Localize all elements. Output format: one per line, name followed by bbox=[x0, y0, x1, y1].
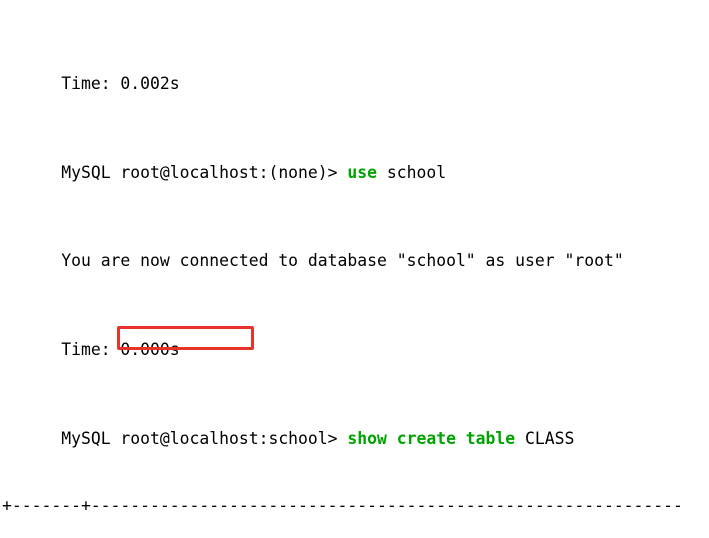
prompt-line-show-create: MySQL root@localhost:school> show create… bbox=[2, 406, 709, 448]
sql-keyword-use: use bbox=[347, 162, 377, 182]
sql-keyword-show-create-table: show create table bbox=[347, 429, 516, 448]
timing-line-1-text: Time: 0.002s bbox=[61, 73, 180, 93]
prompt-use: MySQL root@localhost:(none)> bbox=[61, 162, 348, 182]
terminal-window[interactable]: Time: 0.002s MySQL root@localhost:(none)… bbox=[0, 0, 709, 538]
table-border-top-1: +-------+-------------------------------… bbox=[2, 495, 683, 515]
sql-argument-class: CLASS bbox=[515, 429, 575, 448]
sql-argument-school: school bbox=[377, 162, 447, 182]
prompt-line-use: MySQL root@localhost:(none)> use school bbox=[2, 139, 709, 182]
terminal-screen: Time: 0.002s MySQL root@localhost:(none)… bbox=[2, 0, 709, 538]
connected-message: You are now connected to database "schoo… bbox=[2, 228, 709, 270]
timing-line-2: Time: 0.000s bbox=[2, 317, 709, 359]
timing-line-2-text: Time: 0.000s bbox=[61, 340, 180, 360]
connected-message-text: You are now connected to database "schoo… bbox=[61, 251, 624, 271]
prompt-show-create: MySQL root@localhost:school> bbox=[61, 429, 348, 448]
timing-line-1: Time: 0.002s bbox=[2, 51, 709, 93]
